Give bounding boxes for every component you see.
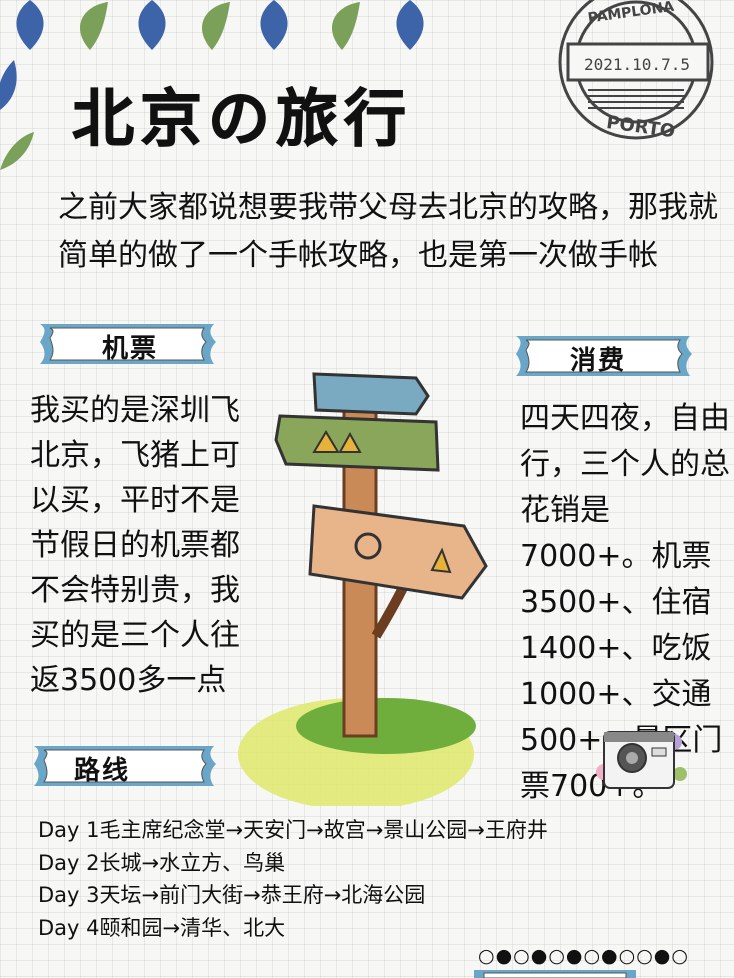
route-day-3: Day 3天坛→前门大街→恭王府→北海公园 xyxy=(38,883,426,907)
signpost-illustration xyxy=(238,372,488,806)
route-label: 路线 xyxy=(74,756,131,786)
tickets-ribbon: 机票 xyxy=(36,320,220,370)
postmark-stamp: 2021.10.7.5 PORTO PAMPLONA xyxy=(558,0,714,142)
leaf-border-top xyxy=(16,0,424,50)
dot-divider: ○●○●○●○●○○●○ xyxy=(478,945,689,967)
leaf-border-left xyxy=(0,60,34,170)
route-list: Day 1毛主席纪念堂→天安门→故宫→景山公园→王府井 Day 2长城→水立方、… xyxy=(38,814,698,944)
route-ribbon: 路线 xyxy=(30,742,220,792)
stamp-date: 2021.10.7.5 xyxy=(584,55,690,74)
route-day-2: Day 2长城→水立方、鸟巢 xyxy=(38,850,286,875)
route-day-1: Day 1毛主席纪念堂→天安门→故宫→景山公园→王府井 xyxy=(38,818,548,842)
tickets-label: 机票 xyxy=(102,334,159,364)
page-title: 北京の旅行 xyxy=(71,82,413,156)
partial-ribbon xyxy=(474,970,636,978)
route-day-4: Day 4颐和园→清华、北大 xyxy=(38,915,286,940)
intro-text: 之前大家都说想要我带父母去北京的攻略，那我就简单的做了一个手帐攻略，也是第一次做… xyxy=(58,190,718,273)
camera-icon xyxy=(596,731,687,789)
stamp-top-text: PAMPLONA xyxy=(587,0,675,27)
tickets-text: 我买的是深圳飞北京，飞猪上可以买，平时不是节假日的机票都不会特别贵，我买的是三个… xyxy=(30,393,240,698)
costs-label: 消费 xyxy=(570,346,627,376)
costs-ribbon: 消费 xyxy=(512,332,696,382)
